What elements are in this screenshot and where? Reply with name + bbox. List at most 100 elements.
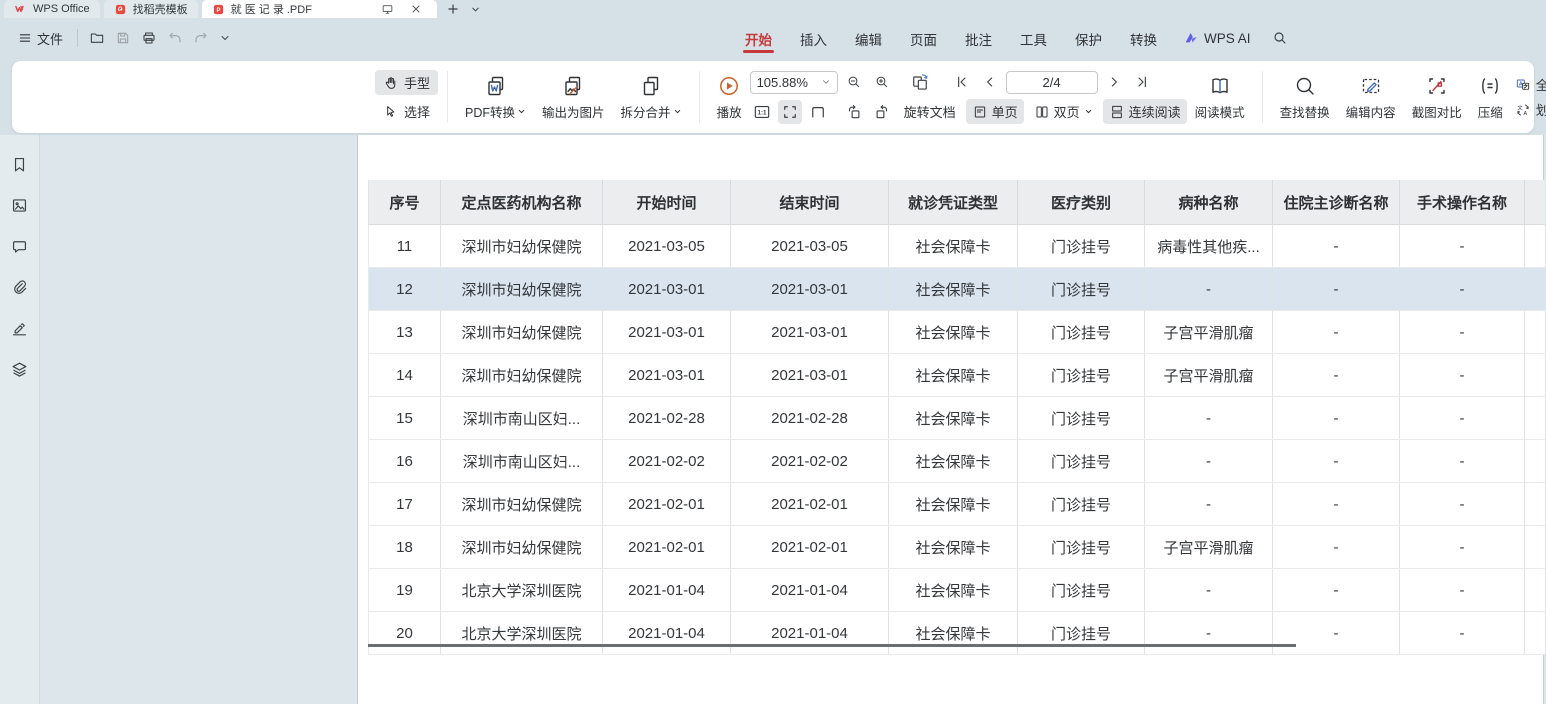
tab-docer-templates[interactable]: 找稻壳模板 (104, 0, 198, 18)
pdf-page[interactable]: 序号 定点医药机构名称 开始时间 结束时间 就诊凭证类型 医疗类别 病种名称 住… (358, 135, 1544, 704)
layers-icon[interactable] (10, 360, 29, 379)
table-row[interactable]: 15 深圳市南山区妇... 2021-02-28 2021-02-28 社会保障… (369, 397, 1545, 440)
table-row[interactable]: 20 北京大学深圳医院 2021-01-04 2021-01-04 社会保障卡 … (369, 612, 1545, 655)
chevron-down-icon[interactable] (821, 77, 831, 87)
table-cell: - (1273, 483, 1400, 526)
menu-item-convert[interactable]: 转换 (1120, 20, 1167, 56)
table-row[interactable]: 16 深圳市南山区妇... 2021-02-02 2021-02-02 社会保障… (369, 440, 1545, 483)
wps-ai-icon (1183, 30, 1199, 46)
pdf-convert-icon (484, 74, 508, 98)
comment-icon[interactable] (10, 237, 29, 256)
double-page-button[interactable]: 双页 (1028, 99, 1099, 124)
open-file-button[interactable] (84, 27, 110, 49)
table-cell: 20 (369, 612, 441, 655)
continuous-read-label: 连续阅读 (1129, 102, 1181, 121)
zoom-out-button[interactable] (842, 70, 866, 94)
search-button[interactable] (1267, 27, 1293, 49)
find-replace-button[interactable]: 查找替换 (1272, 70, 1338, 125)
table-cell-partial (1525, 440, 1545, 483)
actual-size-button[interactable]: 1:1 (750, 100, 774, 124)
fit-width-button[interactable] (806, 100, 830, 124)
full-translate-label: 全文翻译 (1536, 75, 1546, 94)
table-row[interactable]: 14 深圳市妇幼保健院 2021-03-01 2021-03-01 社会保障卡 … (369, 354, 1545, 397)
word-translate-button[interactable]: 文A 划词翻译 (1515, 100, 1546, 119)
send-to-device-icon[interactable] (376, 3, 399, 16)
fit-page-button[interactable] (778, 100, 802, 124)
rotate-doc-label[interactable]: 旋转文档 (898, 99, 962, 124)
file-menu-button[interactable]: 文件 (10, 25, 71, 52)
column-header: 开始时间 (603, 180, 731, 225)
chevron-down-icon (673, 107, 682, 116)
find-replace-icon (1293, 74, 1317, 98)
redo-button[interactable] (188, 27, 214, 49)
select-tool-button[interactable]: 选择 (375, 99, 438, 124)
rotate-pages-button[interactable] (908, 70, 932, 94)
menu-item-tools[interactable]: 工具 (1010, 20, 1057, 56)
rotate-left-button[interactable] (842, 100, 866, 124)
tab-document-pdf[interactable]: P 就 医 记 录 .PDF (202, 0, 437, 18)
table-row[interactable]: 11 深圳市妇幼保健院 2021-03-05 2021-03-05 社会保障卡 … (369, 225, 1545, 268)
save-button[interactable] (110, 27, 136, 49)
zoom-level-input[interactable] (757, 75, 817, 90)
tab-wps-office[interactable]: WPS Office (4, 0, 100, 18)
bookmark-icon[interactable] (10, 155, 29, 174)
zoom-in-button[interactable] (870, 70, 894, 94)
previous-page-button[interactable] (978, 70, 1002, 94)
image-icon[interactable] (10, 196, 29, 215)
next-page-button[interactable] (1102, 70, 1126, 94)
read-mode-button[interactable]: 阅读模式 (1187, 70, 1253, 125)
table-row[interactable]: 17 深圳市妇幼保健院 2021-02-01 2021-02-01 社会保障卡 … (369, 483, 1545, 526)
rotate-pages-icon (910, 72, 930, 92)
signature-icon[interactable] (10, 319, 29, 338)
page-number-input[interactable] (1006, 71, 1098, 94)
select-tool-label: 选择 (404, 102, 430, 121)
single-page-icon (972, 104, 988, 120)
continuous-read-button[interactable]: 连续阅读 (1103, 99, 1187, 124)
menu-item-protect[interactable]: 保护 (1065, 20, 1112, 56)
table-cell: - (1400, 225, 1525, 268)
menu-item-comment[interactable]: 批注 (955, 20, 1002, 56)
table-cell: 2021-02-28 (731, 397, 889, 440)
close-tab-icon[interactable] (405, 3, 427, 15)
screenshot-compare-button[interactable]: 截图对比 (1404, 70, 1470, 125)
table-row[interactable]: 13 深圳市妇幼保健院 2021-03-01 2021-03-01 社会保障卡 … (369, 311, 1545, 354)
divider (699, 71, 700, 123)
wps-ai-button[interactable]: WPS AI (1175, 30, 1259, 46)
menu-item-edit[interactable]: 编辑 (845, 20, 892, 56)
full-translate-button[interactable]: A 全文翻译 (1515, 75, 1546, 94)
quick-access-chevron-icon[interactable] (214, 29, 236, 47)
zoom-level-combobox[interactable] (750, 71, 838, 94)
rotate-right-button[interactable] (870, 100, 894, 124)
table-cell-partial (1525, 569, 1545, 612)
hand-tool-button[interactable]: 手型 (375, 70, 438, 95)
menu-item-home[interactable]: 开始 (735, 20, 782, 56)
menu-item-insert[interactable]: 插入 (790, 20, 837, 56)
first-page-button[interactable] (950, 70, 974, 94)
table-cell: 2021-02-01 (603, 526, 731, 569)
table-cell: - (1400, 526, 1525, 569)
table-row[interactable]: 19 北京大学深圳医院 2021-01-04 2021-01-04 社会保障卡 … (369, 569, 1545, 612)
table-cell: 门诊挂号 (1018, 569, 1145, 612)
single-page-button[interactable]: 单页 (966, 99, 1024, 124)
last-page-button[interactable] (1130, 70, 1154, 94)
divider (77, 29, 78, 47)
export-image-button[interactable]: 输出为图片 (534, 70, 613, 125)
pdf-convert-label: PDF转换 (465, 102, 515, 121)
tab-list-chevron-icon[interactable] (465, 0, 486, 18)
menu-item-page[interactable]: 页面 (900, 20, 947, 56)
play-button[interactable]: 播放 (709, 70, 750, 125)
table-cell: 2021-02-02 (603, 440, 731, 483)
compress-button[interactable]: 压缩 (1470, 70, 1511, 125)
actual-size-icon: 1:1 (752, 102, 772, 122)
new-tab-icon[interactable] (441, 0, 465, 18)
table-cell: 2021-03-01 (603, 268, 731, 311)
attachment-icon[interactable] (10, 278, 29, 297)
table-cell: 深圳市妇幼保健院 (441, 526, 603, 569)
split-merge-button[interactable]: 拆分合并 (613, 70, 690, 125)
edit-content-button[interactable]: 编辑内容 (1338, 70, 1404, 125)
print-button[interactable] (136, 27, 162, 49)
table-row[interactable]: 12 深圳市妇幼保健院 2021-03-01 2021-03-01 社会保障卡 … (369, 268, 1545, 311)
pdf-convert-button[interactable]: PDF转换 (457, 70, 534, 125)
table-row[interactable]: 18 深圳市妇幼保健院 2021-02-01 2021-02-01 社会保障卡 … (369, 526, 1545, 569)
undo-button[interactable] (162, 27, 188, 49)
